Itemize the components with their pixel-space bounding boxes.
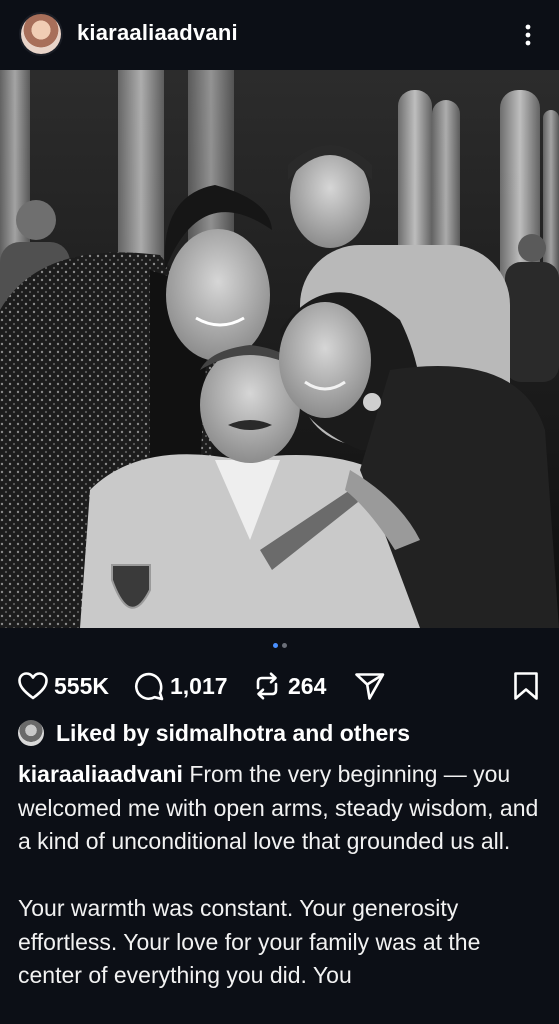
post-photo[interactable] <box>0 70 559 628</box>
photo-illustration <box>0 70 559 628</box>
more-options-icon[interactable] <box>518 22 538 48</box>
heart-icon <box>18 672 48 700</box>
liker-avatar <box>18 720 44 746</box>
bookmark-icon <box>514 672 538 700</box>
like-count: 555K <box>54 672 109 699</box>
comment-count: 1,017 <box>170 672 228 699</box>
post-caption: kiaraaliaadvani From the very beginning … <box>18 758 543 993</box>
liked-by-user[interactable]: sidmalhotra <box>156 720 286 746</box>
share-icon <box>355 673 385 700</box>
carousel-dot-active <box>272 643 278 648</box>
liked-by-suffix: and others <box>286 719 411 746</box>
repost-count: 264 <box>288 672 327 699</box>
carousel-indicator <box>0 643 559 653</box>
action-bar: 555K 1,017 264 <box>0 664 559 708</box>
repost-button[interactable]: 264 <box>252 664 326 708</box>
comment-button[interactable]: 1,017 <box>134 664 228 708</box>
carousel-dot <box>281 643 287 648</box>
share-button[interactable] <box>354 664 386 708</box>
caption-text: From the very beginning — you welcomed m… <box>18 761 539 988</box>
caption-username[interactable]: kiaraaliaadvani <box>18 761 183 787</box>
save-button[interactable] <box>513 664 539 708</box>
post-username[interactable]: kiaraaliaadvani <box>77 20 238 46</box>
like-button[interactable]: 555K <box>18 664 109 708</box>
post-header: kiaraaliaadvani <box>0 0 559 70</box>
liked-by[interactable]: Liked by sidmalhotra and others <box>18 716 410 750</box>
comment-icon <box>134 672 164 701</box>
avatar[interactable] <box>21 14 61 54</box>
liked-by-text: Liked by sidmalhotra and others <box>56 720 410 747</box>
repost-icon <box>256 672 278 700</box>
liked-by-prefix: Liked by <box>56 719 156 746</box>
